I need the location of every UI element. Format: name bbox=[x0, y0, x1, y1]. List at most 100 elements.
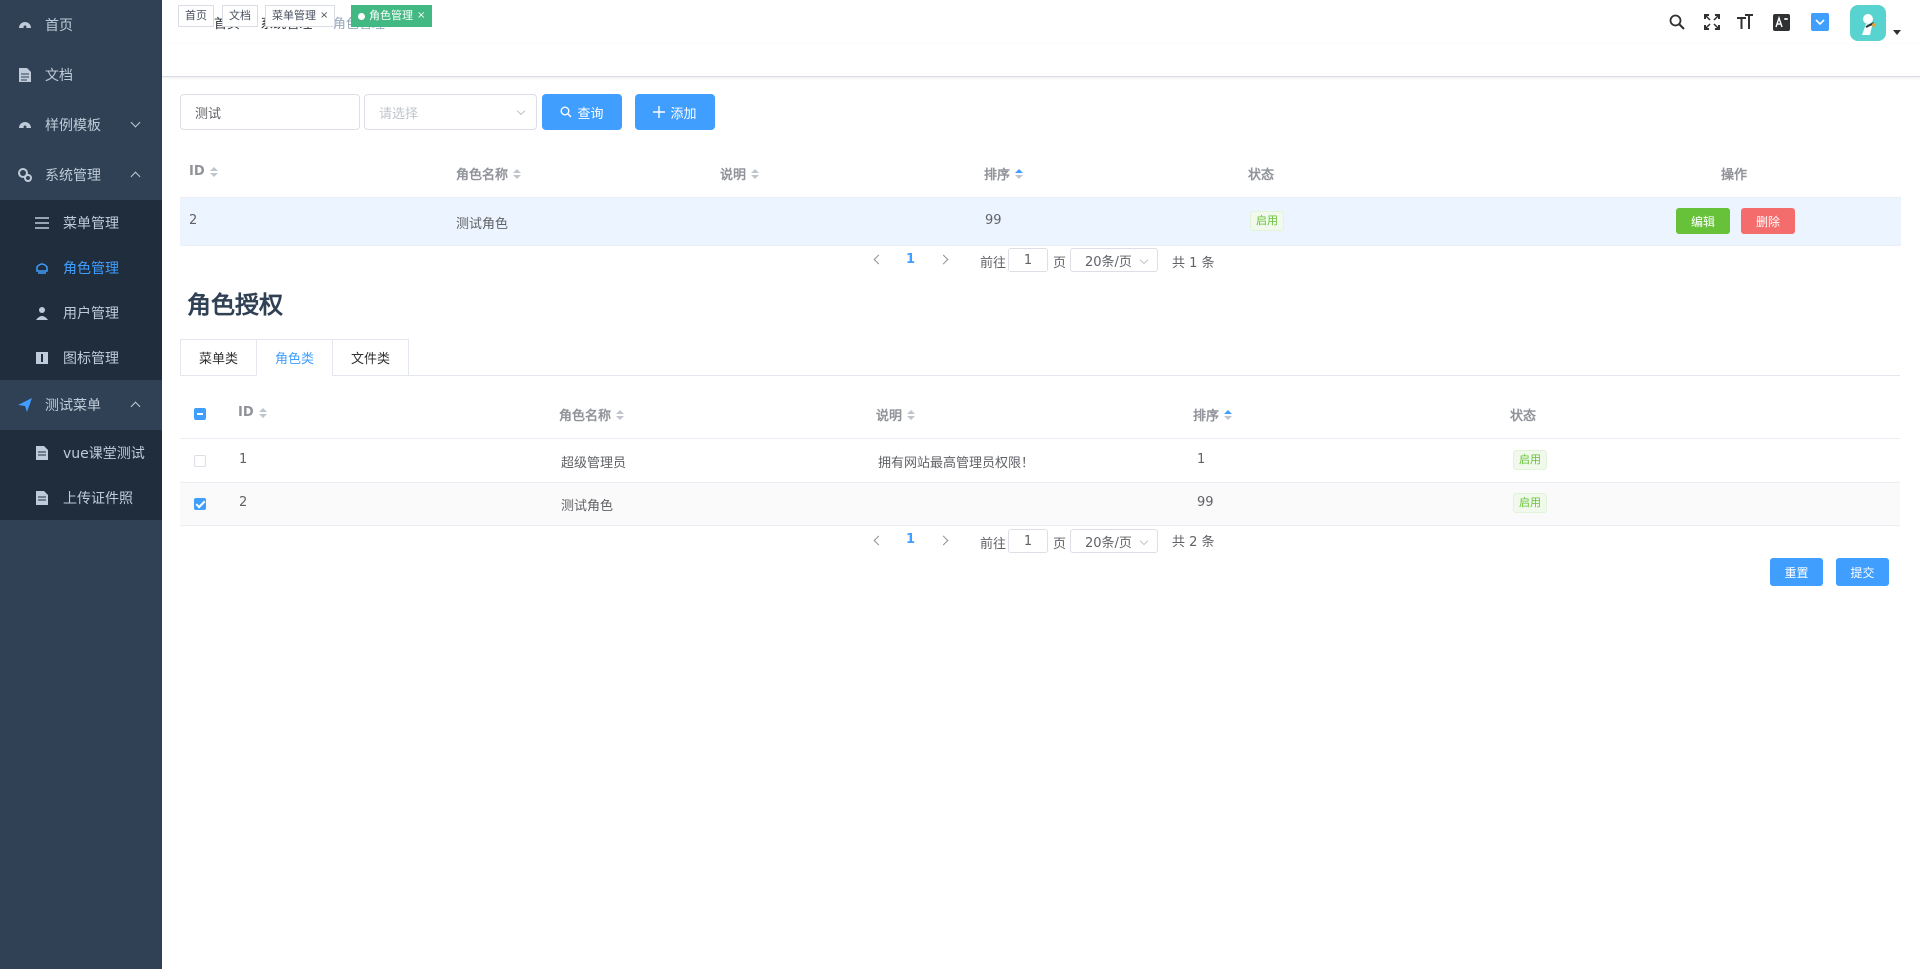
next-page-icon[interactable] bbox=[938, 535, 949, 546]
table-row[interactable]: 2 测试角色 99 启用 bbox=[180, 483, 1900, 525]
sidebar-item-home[interactable]: 首页 bbox=[0, 0, 162, 50]
page-size-select[interactable]: 20条/页 bbox=[1070, 529, 1158, 553]
tag-docs[interactable]: 文档 bbox=[222, 5, 258, 27]
font-size-icon[interactable] bbox=[1735, 12, 1755, 32]
next-page-icon[interactable] bbox=[938, 254, 949, 265]
translate-icon[interactable] bbox=[1771, 12, 1791, 32]
query-button[interactable]: 查询 bbox=[542, 94, 622, 130]
sidebar-item-vue-test[interactable]: vue课堂测试 bbox=[0, 430, 162, 475]
sidebar-item-system[interactable]: 系统管理 bbox=[0, 150, 162, 200]
avatar[interactable] bbox=[1850, 5, 1886, 41]
table-row[interactable]: 1 超级管理员 拥有网站最高管理员权限！ 1 启用 bbox=[180, 439, 1900, 482]
sidebar: 首页 文档 样例模板 系统管理 菜单管理 角色管理 用户管理 图标管理 测试菜单… bbox=[0, 0, 162, 969]
column-header-status: 状态 bbox=[1248, 168, 1275, 183]
chevron-down-icon bbox=[516, 106, 526, 116]
tag-home[interactable]: 首页 bbox=[178, 5, 214, 27]
sidebar-item-user-management[interactable]: 用户管理 bbox=[0, 290, 162, 335]
column-header-desc[interactable]: 说明 bbox=[876, 405, 916, 424]
column-header-id[interactable]: ID bbox=[238, 405, 267, 420]
prev-page-icon[interactable] bbox=[873, 254, 884, 265]
search-icon bbox=[560, 106, 572, 118]
column-header-name[interactable]: 角色名称 bbox=[559, 405, 625, 424]
tab-file-type[interactable]: 文件类 bbox=[332, 339, 410, 376]
row-checkbox[interactable] bbox=[194, 498, 206, 510]
page-number[interactable]: 1 bbox=[906, 252, 915, 267]
sort-icon[interactable] bbox=[209, 166, 218, 177]
search-input[interactable]: 测试 bbox=[180, 94, 360, 130]
page-size-select[interactable]: 20条/页 bbox=[1070, 248, 1158, 272]
section-title: 角色授权 bbox=[187, 291, 283, 319]
system-submenu: 菜单管理 角色管理 用户管理 图标管理 bbox=[0, 200, 162, 380]
info-icon bbox=[35, 351, 49, 365]
column-header-sort[interactable]: 排序 bbox=[984, 164, 1024, 183]
tab-role-type[interactable]: 角色类 bbox=[256, 339, 333, 376]
cell-name: 超级管理员 bbox=[561, 456, 627, 471]
tag-menu-management[interactable]: 菜单管理 × bbox=[265, 5, 336, 27]
goto-page-input[interactable]: 1 bbox=[1008, 529, 1048, 553]
sidebar-item-test-menu[interactable]: 测试菜单 bbox=[0, 380, 162, 430]
sidebar-item-templates[interactable]: 样例模板 bbox=[0, 100, 162, 150]
sidebar-item-menu-management[interactable]: 菜单管理 bbox=[0, 200, 162, 245]
test-submenu: vue课堂测试 上传证件照 bbox=[0, 430, 162, 520]
sidebar-item-label: vue课堂测试 bbox=[63, 445, 145, 462]
tab-menu-type[interactable]: 菜单类 bbox=[180, 339, 257, 376]
auth-tabs: 菜单类 角色类 文件类 bbox=[180, 339, 410, 376]
sidebar-item-role-management[interactable]: 角色管理 bbox=[0, 245, 162, 290]
sidebar-item-label: 测试菜单 bbox=[45, 398, 101, 414]
sort-icon[interactable] bbox=[1224, 409, 1233, 420]
sidebar-item-label: 首页 bbox=[45, 18, 73, 34]
sort-icon[interactable] bbox=[751, 168, 760, 179]
column-header-status: 状态 bbox=[1510, 409, 1537, 424]
delete-button[interactable]: 删除 bbox=[1741, 208, 1795, 234]
edit-button[interactable]: 编辑 bbox=[1676, 208, 1730, 234]
prev-page-icon[interactable] bbox=[873, 535, 884, 546]
column-header-desc[interactable]: 说明 bbox=[720, 164, 760, 183]
cell-id: 1 bbox=[239, 452, 248, 467]
sidebar-item-label: 角色管理 bbox=[63, 260, 119, 277]
add-button[interactable]: 添加 bbox=[635, 94, 715, 130]
close-icon[interactable]: × bbox=[417, 6, 425, 26]
sidebar-item-label: 文档 bbox=[45, 68, 73, 84]
sidebar-item-icon-management[interactable]: 图标管理 bbox=[0, 335, 162, 380]
column-header-id[interactable]: ID bbox=[189, 164, 218, 179]
search-icon[interactable] bbox=[1667, 12, 1687, 32]
dropdown-toggle-icon[interactable] bbox=[1810, 12, 1830, 32]
sort-icon[interactable] bbox=[1015, 168, 1024, 179]
sort-icon[interactable] bbox=[513, 168, 522, 179]
file-icon bbox=[35, 445, 49, 460]
chevron-down-icon bbox=[130, 117, 141, 128]
row-checkbox[interactable] bbox=[194, 455, 206, 467]
status-select[interactable]: 请选择 bbox=[364, 94, 537, 130]
template-icon bbox=[18, 118, 32, 132]
role-icon bbox=[35, 261, 49, 275]
column-header-actions: 操作 bbox=[1721, 168, 1748, 183]
tag-role-management[interactable]: 角色管理 × bbox=[351, 5, 433, 27]
caret-down-icon[interactable] bbox=[1893, 30, 1901, 35]
status-badge: 启用 bbox=[1250, 211, 1284, 231]
sort-icon[interactable] bbox=[907, 409, 916, 420]
dashboard-icon bbox=[18, 18, 32, 32]
table-row[interactable]: 2 测试角色 99 启用 编辑 删除 bbox=[180, 198, 1901, 245]
sort-icon[interactable] bbox=[258, 407, 267, 418]
close-icon[interactable]: × bbox=[320, 6, 328, 26]
cell-name: 测试角色 bbox=[561, 499, 614, 514]
column-header-sort[interactable]: 排序 bbox=[1193, 405, 1233, 424]
submit-button[interactable]: 提交 bbox=[1836, 558, 1889, 586]
sidebar-item-upload-photo[interactable]: 上传证件照 bbox=[0, 475, 162, 520]
goto-page-input[interactable]: 1 bbox=[1008, 248, 1048, 272]
chevron-down-icon bbox=[1139, 536, 1149, 546]
sidebar-item-docs[interactable]: 文档 bbox=[0, 50, 162, 100]
column-header-name[interactable]: 角色名称 bbox=[456, 164, 522, 183]
sidebar-item-label: 图标管理 bbox=[63, 350, 119, 367]
chevron-down-icon bbox=[1139, 255, 1149, 265]
chevron-up-icon bbox=[130, 171, 141, 182]
sidebar-item-label: 用户管理 bbox=[63, 305, 119, 322]
reset-button[interactable]: 重置 bbox=[1770, 558, 1823, 586]
sort-icon[interactable] bbox=[616, 409, 625, 420]
cell-sort: 99 bbox=[985, 213, 1002, 228]
fullscreen-icon[interactable] bbox=[1702, 12, 1722, 32]
page-number[interactable]: 1 bbox=[906, 532, 915, 547]
file-icon bbox=[35, 490, 49, 505]
select-all-checkbox[interactable] bbox=[194, 408, 206, 420]
status-badge: 启用 bbox=[1513, 450, 1547, 470]
